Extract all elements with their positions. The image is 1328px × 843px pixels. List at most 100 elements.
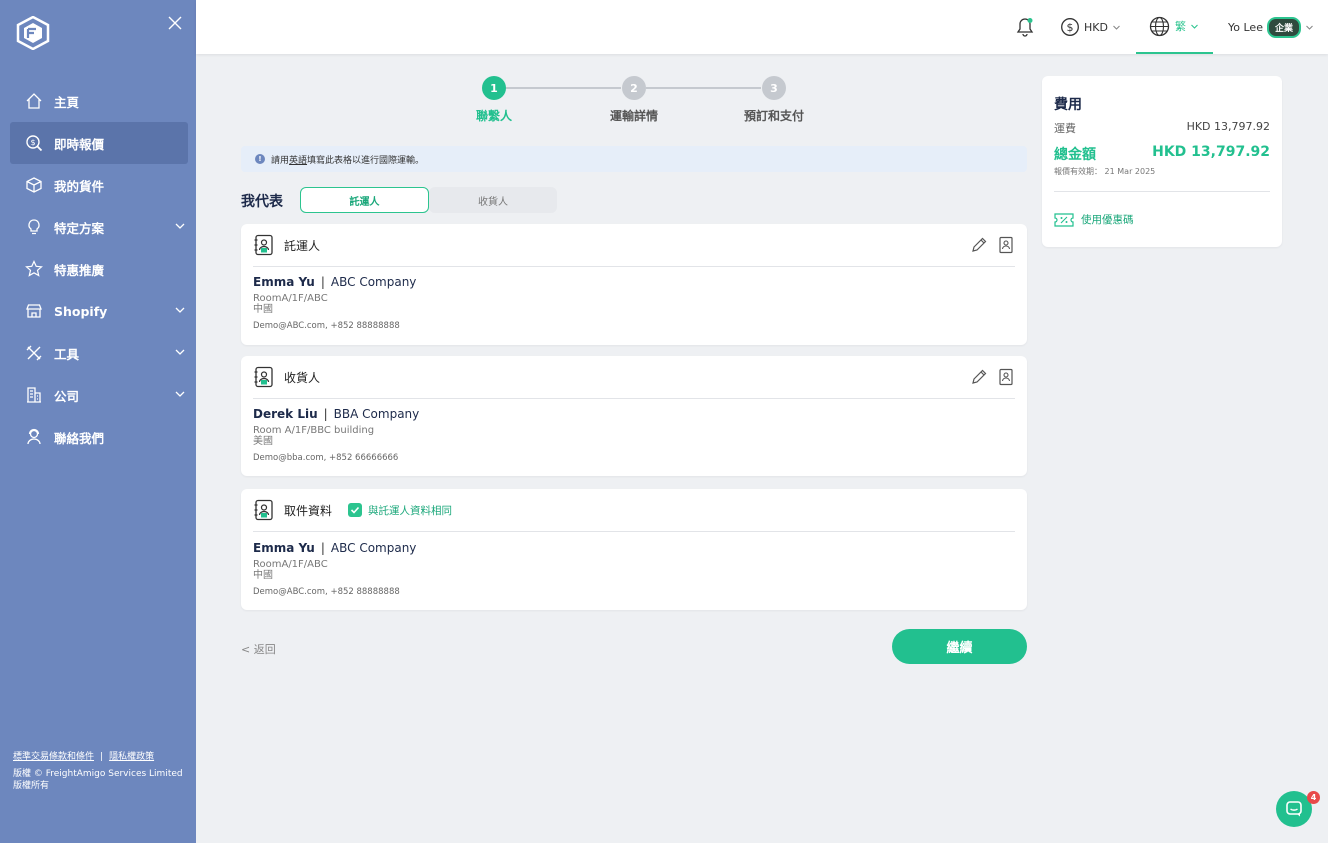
represent-consignee-toggle[interactable]: 收貨人 <box>429 187 557 213</box>
contact-info: Demo@ABC.com, +852 88888888 <box>253 321 400 331</box>
sidebar-item-label: 公司 <box>54 388 80 404</box>
address-line: RoomA/1F/ABC <box>253 293 328 304</box>
sidebar-item-promotions[interactable]: 特惠推廣 <box>10 248 188 290</box>
card-body: Derek Liu | BBA Company Room A/1F/BBC buil… <box>253 407 420 463</box>
card-body: Emma Yu | ABC Company RoomA/1F/ABC 中國 Demo… <box>253 275 417 331</box>
building-icon <box>24 385 44 405</box>
sidebar-nav: 主頁 $ 即時報價 我的貨件 特定方案 特惠推廣 Shopify 工具 公司 聯… <box>10 80 188 458</box>
consignee-card: 收貨人 Derek Liu | BBA Company Room A/1F/BBC … <box>241 356 1027 476</box>
total-row: 總金額 HKD 13,797.92 <box>1054 144 1270 164</box>
sidebar-item-special-plans[interactable]: 特定方案 <box>10 206 188 248</box>
address-book-icon[interactable] <box>997 236 1015 254</box>
sidebar-item-label: 我的貨件 <box>54 178 105 194</box>
edit-icon[interactable] <box>970 236 988 254</box>
card-header: 取件資料 與託運人資料相同 <box>253 489 1015 532</box>
language-selector[interactable]: 繁 <box>1136 0 1213 54</box>
edit-icon[interactable] <box>970 368 988 386</box>
privacy-link[interactable]: 隱私權政策 <box>109 752 154 762</box>
chevron-down-icon <box>175 349 185 355</box>
sidebar-item-label: 即時報價 <box>54 136 105 152</box>
total-amount: HKD 13,797.92 <box>1152 144 1270 160</box>
chevron-down-icon <box>175 223 185 229</box>
user-menu[interactable]: Yo Lee 企業 <box>1228 0 1314 54</box>
contact-name: Derek Liu <box>253 407 318 421</box>
card-title: 取件資料 <box>284 503 333 518</box>
card-title: 託運人 <box>284 238 321 253</box>
coupon-ticket-icon <box>1054 212 1074 227</box>
copyright-text: 版權 © FreightAmigo Services Limited <box>13 769 183 779</box>
freight-label: 運費 <box>1054 122 1076 135</box>
language-value: 繁 <box>1175 20 1186 33</box>
divider <box>1054 191 1270 192</box>
user-name: Yo Lee <box>1228 20 1263 34</box>
step-shipping-details: 2 運輸詳情 <box>574 76 694 124</box>
chevron-down-icon <box>1113 25 1120 30</box>
terms-link[interactable]: 標準交易條款和條件 <box>13 752 94 762</box>
close-icon[interactable] <box>166 14 184 32</box>
sidebar-item-label: 主頁 <box>54 94 80 110</box>
chevron-down-icon <box>1191 24 1198 29</box>
home-icon <box>24 91 44 111</box>
back-link[interactable]: < 返回 <box>241 641 276 657</box>
sidebar-item-tools[interactable]: 工具 <box>10 332 188 374</box>
same-as-shipper-label: 與託運人資料相同 <box>368 504 453 517</box>
company-name: BBA Company <box>333 407 420 421</box>
sidebar-item-label: Shopify <box>54 303 108 319</box>
step-number: 2 <box>622 76 646 100</box>
sidebar-item-my-shipments[interactable]: 我的貨件 <box>10 164 188 206</box>
step-number: 1 <box>482 76 506 100</box>
company-name: ABC Company <box>330 541 417 555</box>
sidebar-item-company[interactable]: 公司 <box>10 374 188 416</box>
chat-icon <box>1286 801 1302 817</box>
notification-button[interactable] <box>1016 0 1034 54</box>
country: 中國 <box>253 570 273 581</box>
represent-label: 我代表 <box>241 194 283 210</box>
total-label: 總金額 <box>1054 147 1096 163</box>
sidebar-item-label: 特惠推廣 <box>54 262 105 278</box>
sidebar-footer: 標準交易條款和條件 | 隱私權政策 版權 © FreightAmigo Servic… <box>13 751 183 792</box>
notice-prefix: 請用 <box>271 155 290 166</box>
represent-shipper-toggle[interactable]: 託運人 <box>300 187 429 213</box>
sidebar-item-contact-us[interactable]: 聯絡我們 <box>10 416 188 458</box>
store-icon <box>24 301 44 321</box>
shipper-card: 託運人 Emma Yu | ABC Company RoomA/1F/ABC 中國 … <box>241 224 1027 345</box>
globe-icon <box>1149 16 1170 36</box>
coupon-link[interactable]: 使用優惠碼 <box>1054 212 1134 227</box>
notice-emphasis: 英語 <box>289 155 308 166</box>
footer-separator: | <box>100 752 104 762</box>
continue-button[interactable]: 繼續 <box>892 629 1027 664</box>
sidebar-item-instant-quote[interactable]: $ 即時報價 <box>10 122 188 164</box>
account-type-badge: 企業 <box>1266 16 1301 38</box>
chevron-down-icon <box>1306 25 1313 30</box>
fee-title: 費用 <box>1054 97 1082 113</box>
contact-book-icon <box>254 499 273 521</box>
address-line: Room A/1F/BBC building <box>253 425 375 436</box>
contact-name: Emma Yu <box>253 275 315 289</box>
svg-text:$: $ <box>1067 21 1074 34</box>
country: 中國 <box>253 304 273 315</box>
freightamigo-logo[interactable] <box>16 16 50 50</box>
card-title: 收貨人 <box>284 370 321 385</box>
notice-suffix: 填寫此表格以進行國際運輸。 <box>307 155 425 166</box>
currency-selector[interactable]: $ HKD <box>1060 0 1121 54</box>
lightbulb-icon <box>24 217 44 237</box>
address-line: RoomA/1F/ABC <box>253 559 328 570</box>
chevron-down-icon <box>175 307 185 313</box>
checkbox-checked-icon <box>348 503 363 517</box>
card-body: Emma Yu | ABC Company RoomA/1F/ABC 中國 Demo… <box>253 541 417 597</box>
contact-book-icon <box>254 366 273 388</box>
same-as-shipper-checkbox[interactable]: 與託運人資料相同 <box>348 503 452 518</box>
contact-info: Demo@ABC.com, +852 88888888 <box>253 587 400 597</box>
step-label: 運輸詳情 <box>609 109 658 123</box>
company-name: ABC Company <box>330 275 417 289</box>
step-label: 預訂和支付 <box>743 109 804 123</box>
sidebar-item-label: 特定方案 <box>54 220 105 236</box>
sidebar-item-home[interactable]: 主頁 <box>10 80 188 122</box>
sidebar-item-shopify[interactable]: Shopify <box>10 290 188 332</box>
step-booking-payment: 3 預訂和支付 <box>714 76 834 124</box>
sidebar: 主頁 $ 即時報價 我的貨件 特定方案 特惠推廣 Shopify 工具 公司 聯… <box>0 0 196 843</box>
coupon-label: 使用優惠碼 <box>1081 214 1134 226</box>
address-book-icon[interactable] <box>997 368 1015 386</box>
freight-amount: HKD 13,797.92 <box>1186 120 1270 133</box>
sidebar-item-label: 工具 <box>54 346 80 362</box>
